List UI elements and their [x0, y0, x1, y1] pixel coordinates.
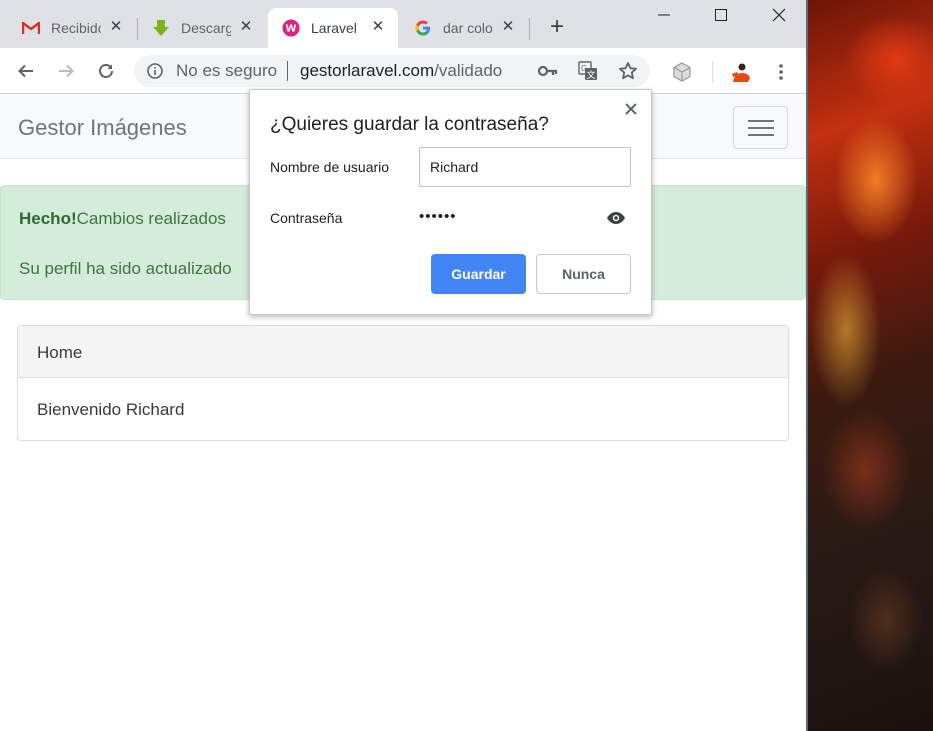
close-icon[interactable]: ✕: [500, 19, 516, 35]
url-path: /validado: [434, 61, 503, 80]
tab-title: Descargas: [181, 20, 231, 36]
password-label: Contraseña: [270, 210, 343, 226]
dialog-title: ¿Quieres guardar la contraseña?: [270, 114, 549, 135]
alert-message: Hecho!Cambios realizados: [19, 209, 226, 229]
hamburger-bar: [748, 127, 774, 129]
browser-window: Recibidos ✕ Descargas ✕ W Laravel ✕: [0, 0, 806, 731]
window-border: [806, 0, 808, 731]
tab-strip: Recibidos ✕ Descargas ✕ W Laravel ✕: [0, 0, 806, 48]
never-button[interactable]: Nunca: [536, 254, 631, 294]
new-tab-button[interactable]: +: [543, 14, 571, 42]
minimize-button[interactable]: [641, 2, 687, 28]
tab-title: Recibidos: [51, 20, 101, 36]
site-brand[interactable]: Gestor Imágenes: [18, 115, 187, 141]
close-window-button[interactable]: [756, 2, 802, 28]
browser-toolbar: No es seguro gestorlaravel.com/validado …: [0, 48, 806, 94]
tab-descargas[interactable]: Descargas ✕: [138, 8, 266, 48]
svg-text:文: 文: [586, 69, 595, 81]
close-icon[interactable]: ✕: [108, 19, 124, 35]
more-options-icon[interactable]: [770, 61, 792, 83]
hamburger-menu-button[interactable]: [733, 106, 788, 149]
wamp-icon: W: [282, 19, 300, 37]
card-header: Home: [18, 326, 788, 378]
forward-button[interactable]: [52, 57, 80, 85]
home-card: Home Bienvenido Richard: [17, 325, 789, 441]
svg-text:W: W: [286, 24, 297, 35]
url-text[interactable]: gestorlaravel.com/validado: [300, 61, 502, 81]
username-field[interactable]: Richard: [419, 147, 631, 187]
toolbar-divider: [712, 62, 713, 82]
url-host: gestorlaravel.com: [300, 61, 435, 80]
password-value: ••••••: [419, 208, 457, 225]
alert-strong: Hecho!: [19, 209, 77, 228]
svg-text:G: G: [581, 64, 587, 73]
maximize-button[interactable]: [698, 2, 744, 28]
google-icon: [414, 19, 432, 37]
welcome-text: Bienvenido Richard: [37, 400, 185, 419]
omnibox-divider: [287, 61, 288, 81]
download-arrow-icon: [152, 19, 170, 37]
hamburger-bar: [748, 134, 774, 136]
profile-avatar-icon[interactable]: [729, 60, 753, 84]
translate-icon[interactable]: 文G: [578, 61, 598, 81]
key-icon[interactable]: [538, 61, 558, 81]
tab-google[interactable]: dar color ✕: [400, 8, 528, 48]
address-bar[interactable]: No es seguro gestorlaravel.com/validado …: [134, 55, 650, 87]
save-button[interactable]: Guardar: [431, 254, 526, 294]
alert-text: Cambios realizados: [76, 209, 226, 228]
tab-separator: [529, 18, 530, 40]
alert-detail: Su perfil ha sido actualizado: [19, 259, 232, 278]
desktop: Recibidos ✕ Descargas ✕ W Laravel ✕: [0, 0, 933, 731]
desktop-wallpaper: [806, 0, 933, 731]
bookmark-star-icon[interactable]: [618, 61, 638, 81]
close-icon[interactable]: ✕: [370, 19, 386, 35]
card-title: Home: [37, 343, 83, 362]
username-label: Nombre de usuario: [270, 159, 390, 175]
tab-title: dar color: [443, 20, 493, 36]
tab-gmail[interactable]: Recibidos ✕: [8, 8, 136, 48]
tab-laravel[interactable]: W Laravel ✕: [268, 8, 398, 48]
close-icon[interactable]: ✕: [238, 19, 254, 35]
security-status-text: No es seguro: [176, 61, 278, 80]
back-button[interactable]: [12, 57, 40, 85]
info-icon[interactable]: [146, 62, 164, 80]
close-icon[interactable]: [622, 100, 640, 118]
gmail-icon: [22, 19, 40, 37]
tab-title: Laravel: [311, 20, 357, 36]
hamburger-bar: [748, 120, 774, 122]
eye-icon[interactable]: [606, 208, 626, 228]
reload-button[interactable]: [92, 57, 120, 85]
save-password-dialog: ¿Quieres guardar la contraseña? Nombre d…: [249, 89, 652, 315]
extension-cube-icon[interactable]: [671, 61, 693, 83]
